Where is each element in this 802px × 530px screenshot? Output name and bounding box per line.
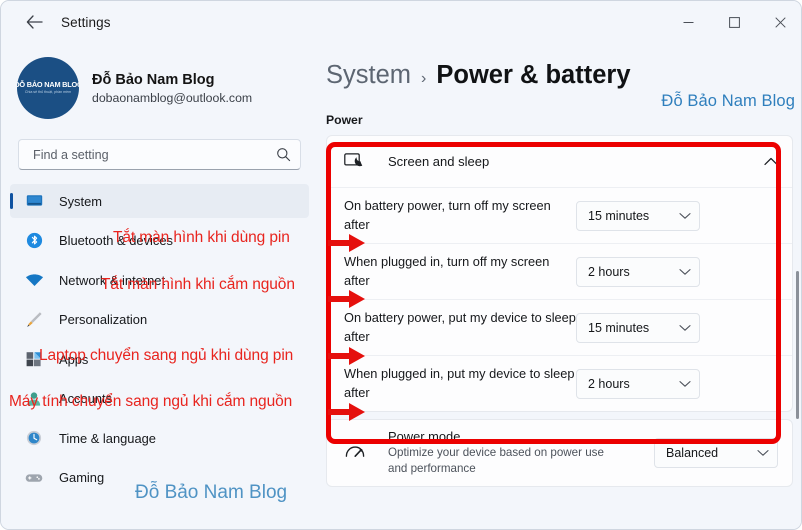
- sidebar-item-label: Personalization: [59, 312, 148, 327]
- sidebar-item-network-internet[interactable]: Network & internet: [10, 263, 309, 297]
- monitor-icon: [23, 191, 45, 211]
- setting-label: On battery power, turn off my screen aft…: [344, 198, 551, 232]
- power-mode-title: Power mode: [388, 429, 461, 444]
- chevron-down-icon: [679, 324, 691, 331]
- minimize-icon: [683, 21, 693, 23]
- bluetooth-icon: [23, 231, 45, 251]
- chevron-down-icon: [757, 450, 769, 456]
- maximize-button[interactable]: [711, 1, 757, 43]
- close-icon: [774, 16, 786, 28]
- dropdown-plugged-sleep[interactable]: 2 hours: [576, 368, 700, 399]
- sidebar-item-accounts[interactable]: Accounts: [10, 382, 309, 416]
- setting-row-battery-sleep: On battery power, put my device to sleep…: [327, 299, 792, 355]
- search-box[interactable]: [18, 139, 301, 170]
- page-title: Power & battery: [436, 61, 631, 89]
- account-text: Đỗ Bảo Nam Blog dobaonamblog@outlook.com: [92, 71, 252, 105]
- dropdown-battery-screen-off[interactable]: 15 minutes: [576, 200, 700, 231]
- sidebar-nav: System Bluetooth & devices Network & int…: [1, 184, 319, 495]
- power-mode-text: Power mode Optimize your device based on…: [388, 429, 654, 477]
- gamepad-icon: [23, 468, 45, 488]
- breadcrumb: System › Power & battery: [319, 43, 801, 90]
- window-title: Settings: [61, 14, 111, 30]
- breadcrumb-separator: ›: [421, 70, 427, 87]
- apps-grid-icon: [23, 349, 45, 369]
- chevron-down-icon: [679, 380, 691, 387]
- sidebar-item-apps[interactable]: Apps: [10, 342, 309, 376]
- paintbrush-icon: [23, 310, 45, 330]
- title-bar: Settings: [1, 1, 801, 43]
- sidebar-item-label: Apps: [59, 351, 89, 367]
- setting-label: When plugged in, put my device to sleep …: [344, 366, 575, 400]
- avatar-line1: ĐỖ BẢO NAM BLOG: [17, 80, 79, 90]
- setting-row-battery-screen-off: On battery power, turn off my screen aft…: [327, 187, 792, 243]
- sidebar-item-label: System: [59, 193, 102, 209]
- power-mode-row: Power mode Optimize your device based on…: [327, 420, 792, 486]
- card-screen-and-sleep: Screen and sleep On battery power, turn …: [326, 135, 793, 412]
- dropdown-value: 15 minutes: [588, 320, 650, 335]
- avatar: ĐỖ BẢO NAM BLOG Chia sẻ thủ thuật, phần …: [17, 57, 79, 119]
- sidebar-item-system[interactable]: System: [10, 184, 309, 218]
- sidebar-item-gaming[interactable]: Gaming: [10, 461, 309, 495]
- dropdown-plugged-screen-off[interactable]: 2 hours: [576, 256, 700, 287]
- setting-row-plugged-sleep: When plugged in, put my device to sleep …: [327, 355, 792, 411]
- main-content: System › Power & battery Đỗ Bảo Nam Blog…: [319, 43, 801, 529]
- sidebar: ĐỖ BẢO NAM BLOG Chia sẻ thủ thuật, phần …: [1, 43, 319, 529]
- search-icon[interactable]: [276, 147, 291, 162]
- close-button[interactable]: [757, 1, 801, 43]
- dropdown-value: Balanced: [666, 446, 719, 461]
- power-mode-subtitle: Optimize your device based on power use …: [388, 446, 604, 476]
- clock-icon: [23, 428, 45, 448]
- sidebar-item-bluetooth-devices[interactable]: Bluetooth & devices: [10, 224, 309, 258]
- dropdown-value: 15 minutes: [588, 208, 650, 223]
- search-input[interactable]: [31, 146, 276, 163]
- dropdown-value: 2 hours: [588, 376, 630, 391]
- dropdown-power-mode[interactable]: Balanced: [654, 438, 778, 469]
- minimize-button[interactable]: [665, 1, 711, 43]
- back-button[interactable]: [17, 7, 51, 37]
- main-scrollbar[interactable]: [796, 271, 799, 419]
- account-name: Đỗ Bảo Nam Blog: [92, 71, 215, 88]
- dropdown-value: 2 hours: [588, 264, 630, 279]
- back-arrow-icon: [26, 15, 43, 29]
- sidebar-item-label: Bluetooth & devices: [59, 233, 173, 248]
- settings-cards: Screen and sleep On battery power, turn …: [319, 127, 801, 488]
- chevron-up-icon[interactable]: [764, 157, 778, 166]
- sidebar-item-time-language[interactable]: Time & language: [10, 421, 309, 455]
- sidebar-item-label: Accounts: [59, 391, 113, 406]
- speedometer-icon: [344, 444, 370, 462]
- chevron-down-icon: [679, 268, 691, 275]
- setting-row-plugged-screen-off: When plugged in, turn off my screen afte…: [327, 243, 792, 299]
- sidebar-item-label: Network & internet: [59, 272, 166, 288]
- settings-window: Settings ĐỖ BẢO NAM BLOG Chia sẻ thủ thu…: [0, 0, 802, 530]
- maximize-icon: [728, 16, 740, 28]
- chevron-down-icon: [679, 212, 691, 219]
- setting-label: On battery power, put my device to sleep…: [344, 310, 576, 344]
- sidebar-item-label: Gaming: [59, 470, 105, 485]
- sidebar-item-personalization[interactable]: Personalization: [10, 303, 309, 337]
- section-label-power: Power: [326, 113, 363, 127]
- card-power-mode: Power mode Optimize your device based on…: [326, 419, 793, 488]
- screen-and-sleep-header[interactable]: Screen and sleep: [327, 136, 792, 187]
- search-wrapper: [1, 119, 319, 170]
- window-controls: [665, 1, 801, 43]
- main-watermark: Đỗ Bảo Nam Blog: [661, 92, 795, 110]
- breadcrumb-parent[interactable]: System: [326, 61, 411, 90]
- wifi-icon: [23, 270, 45, 290]
- avatar-line2: Chia sẻ thủ thuật, phần mềm: [24, 90, 72, 95]
- sidebar-item-label: Time & language: [59, 430, 156, 446]
- account-block[interactable]: ĐỖ BẢO NAM BLOG Chia sẻ thủ thuật, phần …: [1, 43, 319, 119]
- account-person-icon: [23, 389, 45, 409]
- setting-label: When plugged in, turn off my screen afte…: [344, 254, 550, 288]
- account-email: dobaonamblog@outlook.com: [92, 91, 253, 106]
- screen-sleep-icon: [344, 153, 370, 170]
- dropdown-battery-sleep[interactable]: 15 minutes: [576, 312, 700, 343]
- screen-and-sleep-title: Screen and sleep: [388, 154, 490, 169]
